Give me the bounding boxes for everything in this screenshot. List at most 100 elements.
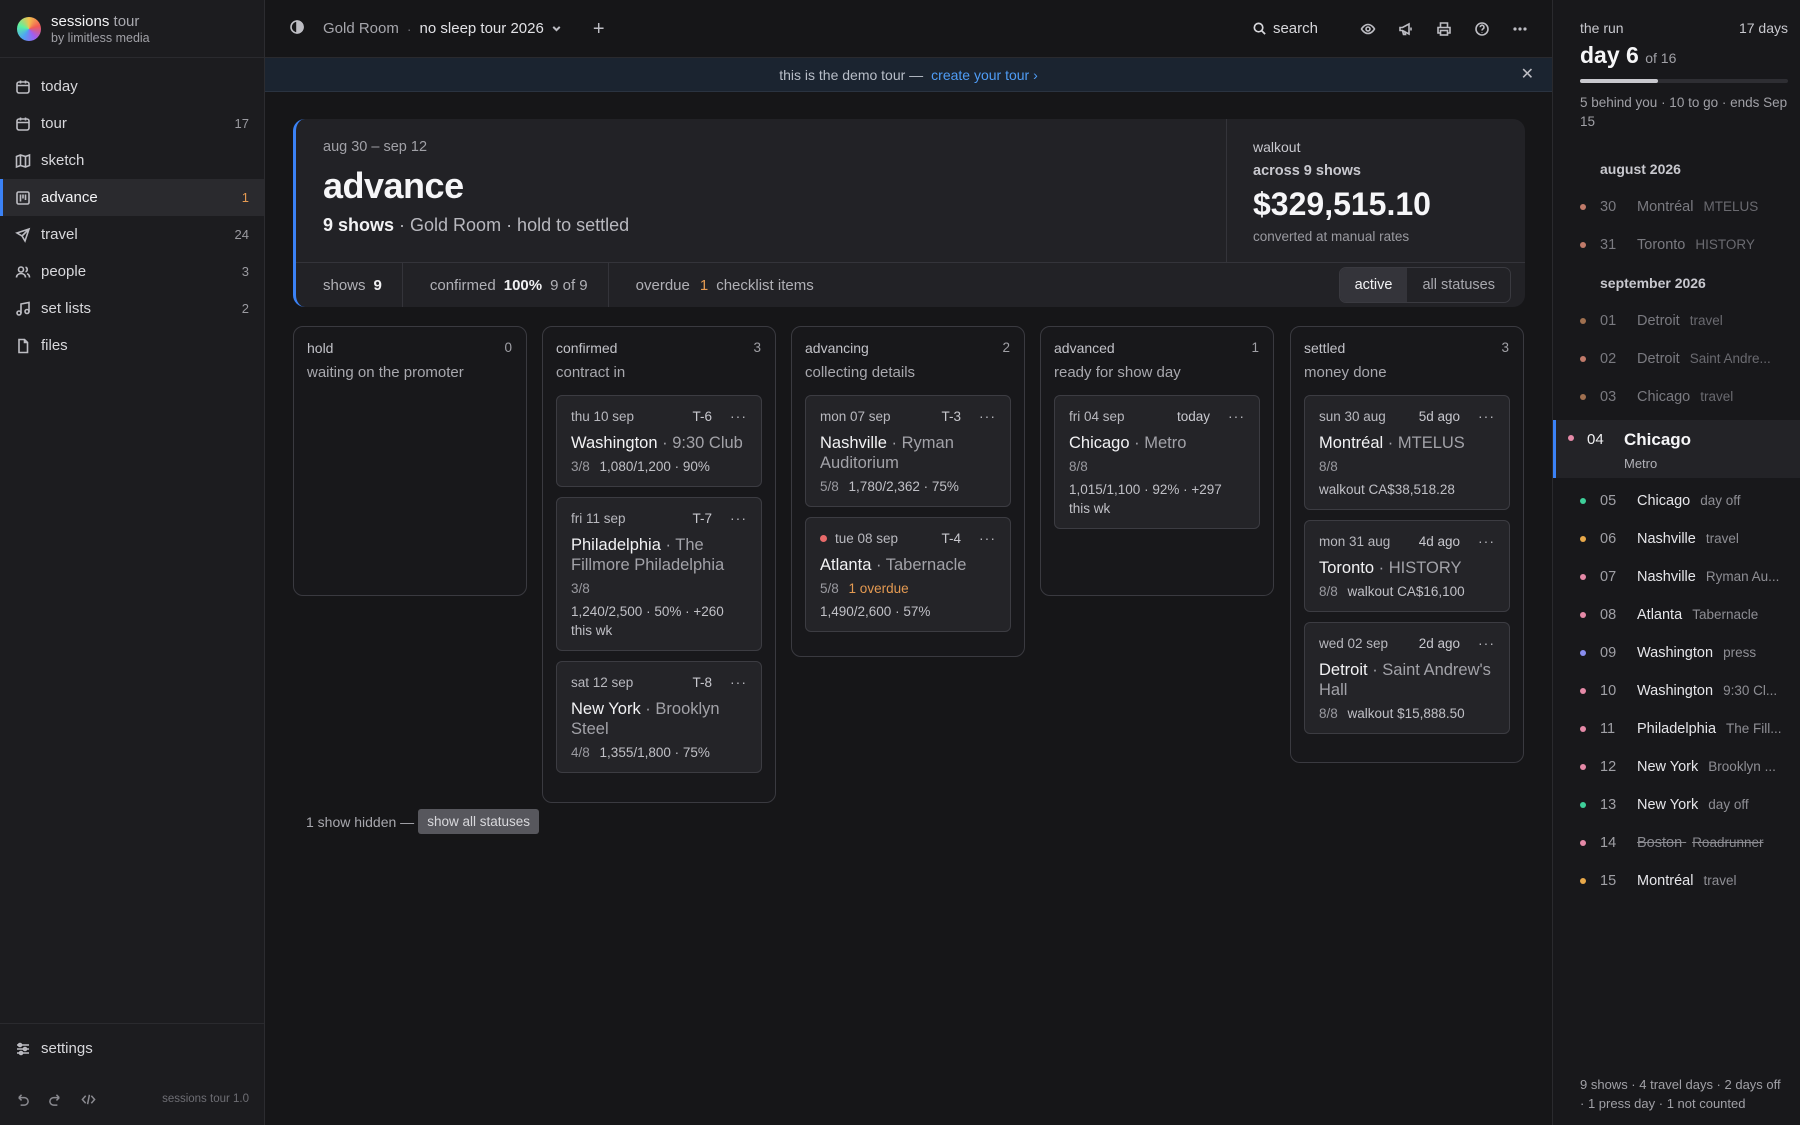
run-day-today[interactable]: 04 Chicago Metro — [1553, 420, 1800, 478]
run-day-row[interactable]: 31 Toronto HISTORY — [1553, 226, 1800, 264]
run-day-row[interactable]: 15 Montréal travel — [1553, 862, 1800, 900]
run-day-city-label: Chicago — [1637, 389, 1691, 405]
eye-icon[interactable] — [1360, 21, 1376, 37]
more-icon[interactable] — [1512, 21, 1528, 37]
search-button[interactable]: search — [1252, 20, 1318, 37]
run-day-row[interactable]: 30 Montréal MTELUS — [1553, 188, 1800, 226]
close-icon[interactable]: ✕ — [1521, 67, 1534, 83]
sidebar-item-set-lists[interactable]: set lists 2 — [0, 290, 264, 327]
run-day-row[interactable]: 11 Philadelphia The Fill... — [1553, 710, 1800, 748]
more-icon[interactable]: ··· — [1478, 408, 1495, 424]
run-day-city-label: Chicago — [1624, 430, 1692, 449]
run-day-city-label: Philadelphia — [1637, 721, 1717, 737]
map-icon — [15, 153, 31, 169]
stat-confirmed: confirmed 100% 9 of 9 — [403, 262, 609, 307]
tour-selector[interactable]: no sleep tour 2026 — [420, 20, 563, 37]
run-day-venue: press — [1723, 645, 1757, 660]
print-icon[interactable] — [1436, 21, 1452, 37]
run-day-row[interactable]: 03 Chicago travel — [1553, 378, 1800, 416]
show-card[interactable]: sat 12 sep T-8 ··· New York · Brooklyn Ste… — [556, 661, 762, 773]
run-day-row[interactable]: 01 Detroit travel — [1553, 302, 1800, 340]
run-day-row[interactable]: 06 Nashville travel — [1553, 520, 1800, 558]
show-city: Toronto — [1319, 559, 1375, 577]
sidebar-item-files[interactable]: files — [0, 327, 264, 364]
checklist-progress: 3/8 — [571, 581, 590, 596]
status-dot-icon — [1580, 498, 1586, 504]
run-day-number: day 6 — [1580, 42, 1639, 68]
undo-icon[interactable] — [15, 1092, 30, 1107]
more-icon[interactable]: ··· — [1478, 635, 1495, 651]
sidebar-item-travel[interactable]: travel 24 — [0, 216, 264, 253]
run-day-row[interactable]: 12 New York Brooklyn ... — [1553, 748, 1800, 786]
run-day-row[interactable]: 07 Nashville Ryman Au... — [1553, 558, 1800, 596]
sidebar-item-today[interactable]: today — [0, 68, 264, 105]
code-icon[interactable] — [81, 1092, 96, 1107]
sidebar-item-settings[interactable]: settings — [0, 1023, 264, 1073]
status-dot-icon — [1580, 318, 1586, 324]
show-card[interactable]: sun 30 aug 5d ago ··· Montréal · MTELUS 8/… — [1304, 395, 1510, 510]
create-tour-link[interactable]: create your tour › — [931, 67, 1038, 83]
more-icon[interactable]: ··· — [979, 408, 996, 424]
column-advanced: advanced 1 ready for show day fri 04 sep t… — [1040, 326, 1274, 596]
run-day-city-label: Washington — [1637, 645, 1714, 661]
add-icon[interactable]: + — [593, 19, 605, 39]
show-card[interactable]: mon 07 sep T-3 ··· Nashville · Ryman Audit… — [805, 395, 1011, 507]
sidebar-item-advance[interactable]: advance 1 — [0, 179, 264, 216]
run-day-row[interactable]: 10 Washington 9:30 Cl... — [1553, 672, 1800, 710]
theme-toggle-icon[interactable] — [289, 19, 305, 38]
more-icon[interactable]: ··· — [730, 408, 747, 424]
sidebar-item-sketch[interactable]: sketch — [0, 142, 264, 179]
show-all-statuses-button[interactable]: show all statuses — [418, 809, 539, 834]
show-card[interactable]: thu 10 sep T-6 ··· Washington · 9:30 Club … — [556, 395, 762, 487]
show-card[interactable]: mon 31 aug 4d ago ··· Toronto · HISTORY 8/… — [1304, 520, 1510, 612]
more-icon[interactable]: ··· — [1478, 533, 1495, 549]
run-progress-fill — [1580, 79, 1658, 83]
run-day-venue: Brooklyn ... — [1708, 759, 1776, 774]
more-icon[interactable]: ··· — [730, 674, 747, 690]
stat-label: shows — [323, 276, 366, 294]
run-day-row[interactable]: 08 Atlanta Tabernacle — [1553, 596, 1800, 634]
run-day-row[interactable]: 13 New York day off — [1553, 786, 1800, 824]
run-day-row[interactable]: 14 Boston Roadrunner — [1553, 824, 1800, 862]
show-city: Nashville — [820, 434, 887, 452]
checklist-progress: 4/8 — [571, 745, 590, 760]
column-title: advancing — [805, 340, 869, 356]
run-day-number: 02 — [1600, 351, 1617, 367]
more-icon[interactable]: ··· — [979, 530, 996, 546]
walkout-amount: $329,515.10 — [1253, 186, 1431, 222]
walkout-summary: walkout across 9 shows $329,515.10 conve… — [1226, 119, 1525, 262]
run-day-city-label: Nashville — [1637, 569, 1696, 585]
brand[interactable]: sessions tour by limitless media — [0, 0, 264, 58]
run-day-row[interactable]: 09 Washington press — [1553, 634, 1800, 672]
run-day-number: 07 — [1600, 569, 1617, 585]
show-countdown: T-7 — [692, 510, 712, 526]
run-day-number: 05 — [1600, 493, 1617, 509]
redo-icon[interactable] — [48, 1092, 63, 1107]
run-day-row[interactable]: 02 Detroit Saint Andre... — [1553, 340, 1800, 378]
status-dot-icon — [1580, 612, 1586, 618]
run-day-number: 15 — [1600, 873, 1617, 889]
show-card[interactable]: tue 08 sep T-4 ··· Atlanta · Tabernacle 5/… — [805, 517, 1011, 632]
subtitle-rest: · Gold Room · hold to settled — [394, 215, 630, 235]
filter-active[interactable]: active — [1339, 268, 1408, 302]
walkout-across: across 9 shows — [1253, 163, 1361, 179]
sidebar-item-tour[interactable]: tour 17 — [0, 105, 264, 142]
more-icon[interactable]: ··· — [730, 510, 747, 526]
sidebar-item-people[interactable]: people 3 — [0, 253, 264, 290]
show-date: wed 02 sep — [1319, 635, 1389, 651]
breadcrumb-room[interactable]: Gold Room — [323, 20, 399, 37]
help-icon[interactable] — [1474, 21, 1490, 37]
more-icon[interactable]: ··· — [1228, 408, 1245, 424]
show-card[interactable]: fri 04 sep today ··· Chicago · Metro 8/8 1… — [1054, 395, 1260, 529]
megaphone-icon[interactable] — [1398, 21, 1414, 37]
run-day-city: Philadelphia The Fill... — [1637, 721, 1782, 737]
status-filter: active all statuses — [1338, 267, 1511, 303]
filter-all-statuses[interactable]: all statuses — [1407, 268, 1510, 302]
show-card[interactable]: wed 02 sep 2d ago ··· Detroit · Saint Andr… — [1304, 622, 1510, 734]
show-date: thu 10 sep — [571, 408, 635, 424]
walkout-amount: walkout CA$16,100 — [1347, 584, 1465, 599]
show-card[interactable]: fri 11 sep T-7 ··· Philadelphia · The Fill… — [556, 497, 762, 651]
run-day-city: Detroit travel — [1637, 313, 1723, 329]
run-day-row[interactable]: 05 Chicago day off — [1553, 482, 1800, 520]
status-dot-icon — [1580, 356, 1586, 362]
